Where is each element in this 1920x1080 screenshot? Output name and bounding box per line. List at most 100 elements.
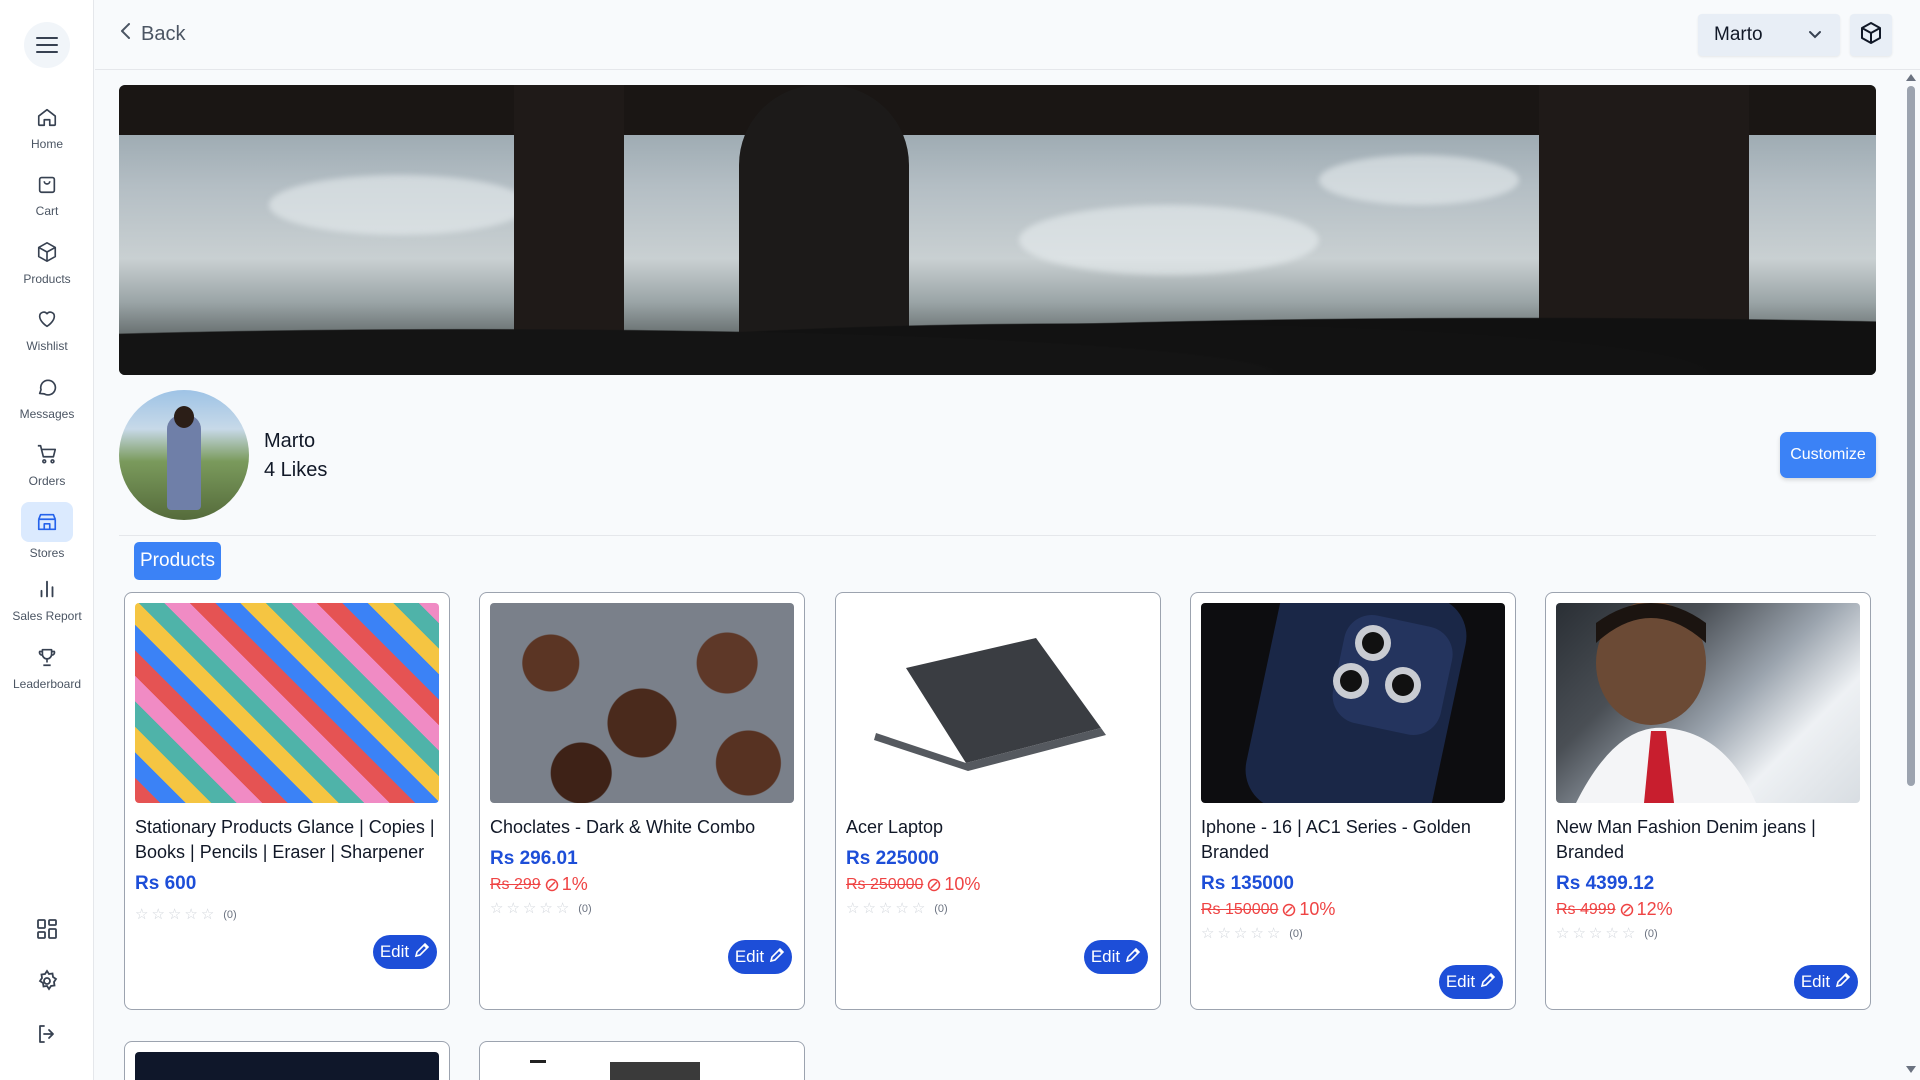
edit-product-button[interactable]: Edit <box>728 940 792 974</box>
store-box-button[interactable] <box>1850 14 1892 56</box>
star-icon: ☆ <box>555 900 570 917</box>
product-card[interactable]: Acer Laptop Rs 225000 Rs 250000 10% ☆ ☆ ☆ ☆… <box>835 592 1161 1010</box>
product-image[interactable] <box>490 603 794 803</box>
dashboard-button[interactable] <box>0 917 94 946</box>
discount-badge: 12% <box>1620 899 1673 920</box>
sidebar-item-label: Products <box>23 271 71 286</box>
logout-button[interactable] <box>0 1022 94 1051</box>
dashboard-grid-icon <box>35 917 59 946</box>
sidebar-item-products[interactable]: Products <box>0 227 94 295</box>
star-icon: ☆ <box>1605 925 1619 942</box>
product-price: Rs 600 <box>135 873 197 894</box>
product-title[interactable]: Choclates - Dark & White Combo <box>490 815 796 840</box>
sidebar-item-label: Messages <box>19 406 75 421</box>
product-title[interactable]: Stationary Products Glance | Copies | Bo… <box>135 815 441 865</box>
product-card[interactable] <box>479 1041 805 1080</box>
star-icon: ☆ <box>895 900 909 917</box>
star-icon: ☆ <box>862 900 876 917</box>
star-icon: ☆ <box>1217 925 1231 942</box>
product-image[interactable] <box>135 1052 439 1080</box>
original-price: Rs 150000 <box>1201 900 1279 918</box>
sidebar-item-home[interactable]: Home <box>0 92 94 160</box>
product-image[interactable] <box>490 1052 794 1080</box>
sidebar-item-label: Leaderboard <box>12 676 82 691</box>
top-bar: Back Marto <box>95 0 1920 70</box>
chevron-down-icon <box>1808 24 1822 46</box>
discount-value: 1% <box>561 874 588 894</box>
sidebar-item-label: Stores <box>29 545 65 560</box>
store-icon <box>21 501 73 542</box>
edit-product-button[interactable]: Edit <box>1794 965 1858 999</box>
user-select[interactable]: Marto <box>1698 14 1840 56</box>
rating-count: (0) <box>1289 927 1303 940</box>
star-icon: ☆ <box>1250 925 1264 942</box>
back-button[interactable]: Back <box>119 22 185 46</box>
product-image[interactable] <box>135 603 439 803</box>
edit-product-button[interactable]: Edit <box>1084 940 1148 974</box>
page-scrollbar[interactable] <box>1902 72 1920 1080</box>
product-card[interactable]: Iphone - 16 | AC1 Series - Golden Brande… <box>1190 592 1516 1010</box>
settings-button[interactable] <box>0 969 94 998</box>
sidebar-item-cart[interactable]: Cart <box>0 160 94 228</box>
product-card[interactable] <box>124 1041 450 1080</box>
star-icon: ☆ <box>878 900 893 917</box>
product-image[interactable] <box>846 603 1150 803</box>
products-section-tab[interactable]: Products <box>134 542 221 580</box>
star-icon: ☆ <box>911 900 926 917</box>
pencil-icon <box>414 942 430 963</box>
original-price: Rs 4999 <box>1556 900 1616 918</box>
product-card[interactable]: Choclates - Dark & White Combo Rs 296.01… <box>479 592 805 1010</box>
pencil-icon <box>1125 947 1141 968</box>
sidebar-item-messages[interactable]: Messages <box>0 362 94 430</box>
bag-icon <box>31 168 63 200</box>
product-title[interactable]: Acer Laptop <box>846 815 1152 840</box>
sidebar-item-leaderboard[interactable]: Leaderboard <box>0 632 94 700</box>
scroll-up-arrow-icon[interactable] <box>1906 74 1916 81</box>
box-icon <box>1859 21 1883 50</box>
customize-button[interactable]: Customize <box>1780 432 1876 478</box>
scroll-down-arrow-icon[interactable] <box>1906 1066 1916 1073</box>
product-price: Rs 296.01 <box>490 848 578 869</box>
original-price: Rs 299 <box>490 875 541 893</box>
product-price: Rs 135000 <box>1201 873 1294 894</box>
star-icon: ☆ <box>1201 925 1215 942</box>
product-card[interactable]: Stationary Products Glance | Copies | Bo… <box>124 592 450 1010</box>
edit-label: Edit <box>1800 972 1831 991</box>
pencil-icon <box>1835 972 1851 993</box>
sidebar-item-orders[interactable]: Orders <box>0 430 94 498</box>
rating-count: (0) <box>223 908 237 921</box>
star-icon: ☆ <box>846 900 860 917</box>
edit-product-button[interactable]: Edit <box>373 935 437 969</box>
star-icon: ☆ <box>1572 925 1586 942</box>
discount-badge: 10% <box>927 874 980 895</box>
sidebar-item-label: Sales Report <box>12 609 82 624</box>
rating-count: (0) <box>1644 927 1658 940</box>
edit-label: Edit <box>734 947 765 966</box>
scroll-thumb[interactable] <box>1907 86 1915 786</box>
pencil-icon <box>769 947 785 968</box>
product-title[interactable]: Iphone - 16 | AC1 Series - Golden Brande… <box>1201 815 1507 865</box>
star-icon: ☆ <box>1588 925 1603 942</box>
product-card[interactable]: New Man Fashion Denim jeans | Branded Rs… <box>1545 592 1871 1010</box>
star-icon: ☆ <box>184 906 198 923</box>
star-icon: ☆ <box>200 906 215 923</box>
star-icon: ☆ <box>1621 925 1636 942</box>
logout-icon <box>35 1022 59 1051</box>
star-icon: ☆ <box>539 900 553 917</box>
product-image[interactable] <box>1556 603 1860 803</box>
avatar <box>119 390 249 520</box>
menu-icon[interactable] <box>24 22 70 68</box>
sidebar-item-label: Cart <box>35 204 59 219</box>
product-title[interactable]: New Man Fashion Denim jeans | Branded <box>1556 815 1862 865</box>
sidebar-item-sales-report[interactable]: Sales Report <box>0 565 94 633</box>
sidebar-item-label: Wishlist <box>26 339 68 354</box>
product-price: Rs 4399.12 <box>1556 873 1655 894</box>
product-image[interactable] <box>1201 603 1505 803</box>
sidebar-item-wishlist[interactable]: Wishlist <box>0 295 94 363</box>
chat-icon <box>31 371 63 403</box>
profile-name: Marto <box>264 430 316 452</box>
store-banner-image <box>119 85 1876 375</box>
sidebar-item-stores[interactable]: Stores <box>0 497 94 565</box>
edit-product-button[interactable]: Edit <box>1439 965 1503 999</box>
rating-stars: ☆ ☆ ☆ ☆ ☆ (0) <box>1201 926 1507 941</box>
